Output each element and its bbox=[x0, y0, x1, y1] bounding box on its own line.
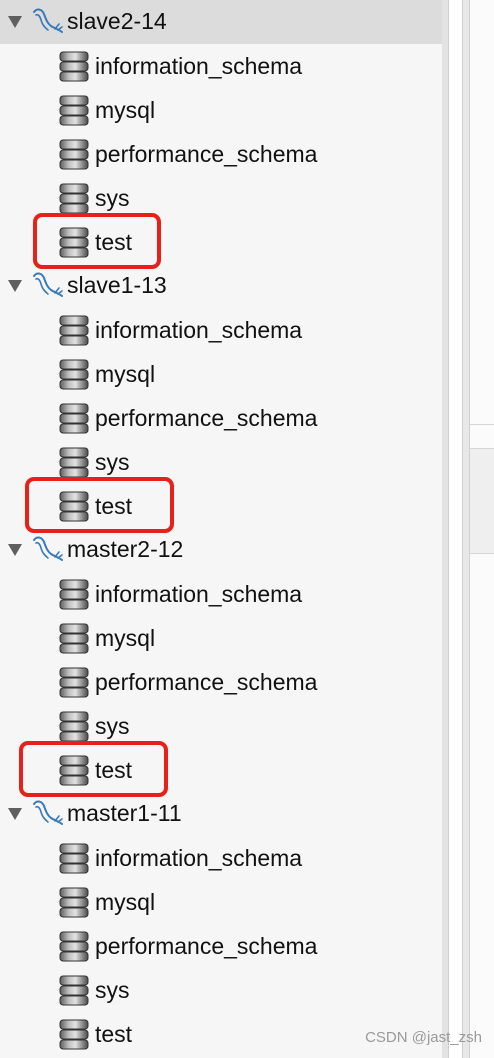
highlight-annotation-box bbox=[33, 213, 161, 269]
highlight-annotation-box bbox=[25, 477, 174, 533]
connection-row[interactable]: slave1-13 bbox=[0, 264, 442, 308]
mysql-dolphin-icon bbox=[33, 272, 63, 297]
database-icon bbox=[59, 315, 89, 346]
connection-label: slave2-14 bbox=[67, 8, 167, 34]
database-row[interactable]: mysql bbox=[0, 616, 442, 660]
database-row[interactable]: information_schema bbox=[0, 572, 442, 616]
watermark: CSDN @jast_zsh bbox=[365, 1029, 482, 1046]
database-label: test bbox=[95, 1021, 133, 1047]
connection-label: master2-12 bbox=[67, 536, 184, 562]
database-row[interactable]: mysql bbox=[0, 880, 442, 924]
database-icon bbox=[59, 975, 89, 1006]
database-label: performance_schema bbox=[95, 933, 318, 959]
database-row[interactable]: mysql bbox=[0, 88, 442, 132]
database-label: sys bbox=[95, 713, 130, 739]
database-label: mysql bbox=[95, 889, 156, 915]
disclosure-triangle-icon[interactable] bbox=[8, 544, 22, 556]
database-row[interactable]: information_schema bbox=[0, 836, 442, 880]
database-icon bbox=[59, 579, 89, 610]
database-label: mysql bbox=[95, 97, 156, 123]
database-row[interactable]: information_schema bbox=[0, 308, 442, 352]
database-label: performance_schema bbox=[95, 405, 318, 431]
database-row[interactable]: performance_schema bbox=[0, 924, 442, 968]
database-label: mysql bbox=[95, 361, 156, 387]
mysql-dolphin-icon bbox=[33, 8, 63, 33]
database-icon bbox=[59, 843, 89, 874]
database-icon bbox=[59, 667, 89, 698]
database-row[interactable]: sys bbox=[0, 968, 442, 1012]
sidebar-splitter[interactable] bbox=[442, 0, 449, 1058]
right-panel-tab[interactable] bbox=[470, 448, 494, 554]
database-label: mysql bbox=[95, 625, 156, 651]
database-label: information_schema bbox=[95, 53, 303, 79]
database-icon bbox=[59, 623, 89, 654]
connection-tree: slave2-14 information_schema mysql performa… bbox=[0, 0, 442, 1058]
database-row[interactable]: information_schema bbox=[0, 44, 442, 88]
database-label: sys bbox=[95, 185, 130, 211]
database-icon bbox=[59, 931, 89, 962]
connection-row[interactable]: slave2-14 bbox=[0, 0, 442, 44]
database-row[interactable]: mysql bbox=[0, 352, 442, 396]
highlight-annotation-box bbox=[19, 741, 168, 797]
connection-label: master1-11 bbox=[67, 800, 182, 826]
connection-row[interactable]: master1-11 bbox=[0, 792, 442, 836]
database-icon bbox=[59, 51, 89, 82]
database-icon bbox=[59, 359, 89, 390]
disclosure-triangle-icon[interactable] bbox=[8, 280, 22, 292]
database-icon bbox=[59, 887, 89, 918]
database-label: sys bbox=[95, 449, 130, 475]
database-label: information_schema bbox=[95, 845, 303, 871]
disclosure-triangle-icon[interactable] bbox=[8, 808, 22, 820]
database-row[interactable]: performance_schema bbox=[0, 660, 442, 704]
database-label: performance_schema bbox=[95, 141, 318, 167]
right-panel-separator bbox=[470, 424, 494, 425]
database-label: performance_schema bbox=[95, 669, 318, 695]
database-icon bbox=[59, 95, 89, 126]
database-icon bbox=[59, 403, 89, 434]
database-label: information_schema bbox=[95, 581, 303, 607]
connection-row[interactable]: master2-12 bbox=[0, 528, 442, 572]
mysql-dolphin-icon bbox=[33, 536, 63, 561]
database-row[interactable]: performance_schema bbox=[0, 132, 442, 176]
scrollbar-track[interactable] bbox=[462, 0, 470, 1058]
database-label: information_schema bbox=[95, 317, 303, 343]
database-icon bbox=[59, 1019, 89, 1050]
database-icon bbox=[59, 711, 89, 742]
database-label: sys bbox=[95, 977, 130, 1003]
database-icon bbox=[59, 183, 89, 214]
mysql-dolphin-icon bbox=[33, 800, 63, 825]
disclosure-triangle-icon[interactable] bbox=[8, 16, 22, 28]
database-icon bbox=[59, 447, 89, 478]
database-icon bbox=[59, 139, 89, 170]
connection-label: slave1-13 bbox=[67, 272, 167, 298]
database-row[interactable]: performance_schema bbox=[0, 396, 442, 440]
